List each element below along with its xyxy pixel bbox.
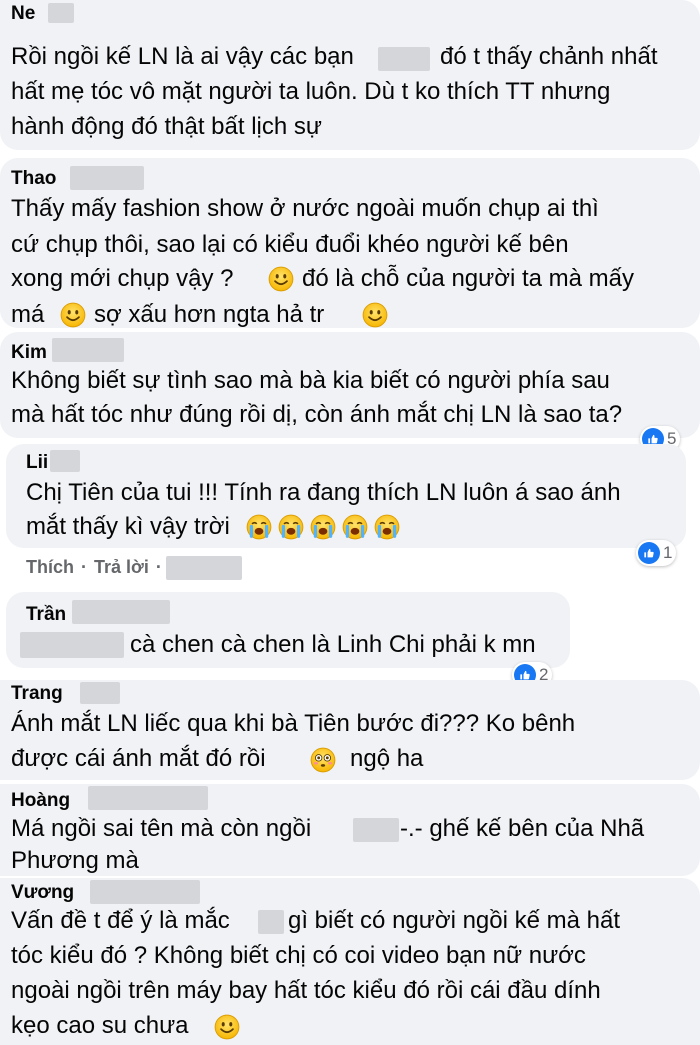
comment-text-line: mà hất tóc như đúng rồi dị, còn ánh mắt …	[11, 401, 623, 428]
comment-bubble: Kim Không biết sự tình sao mà bà kia biế…	[0, 332, 700, 438]
crying-emoji-icon	[278, 514, 304, 540]
comment-bubble: Trần cà chen cà chen là Linh Chi phải k …	[6, 592, 570, 668]
comment-text-line: hành động đó thật bất lịch sự	[11, 113, 322, 140]
reply-link[interactable]: Trả lời	[94, 557, 149, 577]
comment-text-line: cà chen cà chen là Linh Chi phải k mn	[130, 631, 536, 658]
comment-text-line: ngoài ngồi trên máy bay hất tóc kiểu đó …	[11, 977, 601, 1004]
comment-text-line: tóc kiểu đó ? Không biết chị có coi vide…	[11, 942, 586, 969]
smile-emoji-icon	[214, 1014, 240, 1040]
comment-actions: Thích · Trả lời ·	[26, 557, 164, 578]
crying-emoji-icon	[310, 514, 336, 540]
comment-text-line: ngộ ha	[350, 745, 424, 772]
blurred-name	[90, 880, 200, 904]
flushed-emoji-icon	[310, 747, 336, 773]
comment-text-line: cứ chụp thôi, sao lại có kiểu đuổi khéo …	[11, 231, 569, 258]
smile-emoji-icon	[268, 266, 294, 292]
comment-text-line: Má ngồi sai tên mà còn ngồi	[11, 815, 312, 842]
blurred-text	[258, 910, 284, 934]
comment-text-line: Vấn đề t để ý là mắc	[11, 907, 230, 934]
reaction-count[interactable]: 1	[636, 540, 677, 566]
commenter-name[interactable]: Ne	[11, 3, 35, 25]
comment-text-line: -.- ghế kế bên của Nhã	[400, 815, 645, 842]
comment-bubble: Hoàng Má ngồi sai tên mà còn ngồi -.- gh…	[0, 784, 700, 876]
comment-text-line: sợ xấu hơn ngta hả tr	[94, 301, 325, 328]
crying-emoji-icon	[246, 514, 272, 540]
blurred-timestamp	[166, 556, 242, 580]
commenter-name[interactable]: Vương	[11, 882, 74, 904]
comment-bubble: Thao Thấy mấy fashion show ở nước ngoài …	[0, 158, 700, 328]
comment-text-line: được cái ánh mắt đó rồi	[11, 745, 266, 772]
separator-dot: ·	[81, 557, 88, 577]
smile-emoji-icon	[362, 302, 388, 328]
separator-dot: ·	[155, 557, 162, 577]
blurred-text	[353, 818, 399, 842]
blurred-text	[20, 632, 124, 658]
blurred-text	[378, 47, 430, 71]
comment-text-line: má	[11, 301, 45, 328]
like-link[interactable]: Thích	[26, 557, 74, 577]
crying-emoji-group	[246, 514, 400, 540]
comment-text-line: hất mẹ tóc vô mặt người ta luôn. Dù t ko…	[11, 78, 611, 105]
comment-bubble: Lii Chị Tiên của tui !!! Tính ra đang th…	[6, 444, 686, 548]
commenter-name[interactable]: Kim	[11, 342, 47, 364]
commenter-name[interactable]: Trang	[11, 683, 63, 705]
like-icon	[638, 542, 660, 564]
comment-bubble: Ne Rồi ngồi kế LN là ai vậy các bạn đó t…	[0, 0, 700, 150]
blurred-name	[80, 682, 120, 704]
comment-text-line: Thấy mấy fashion show ở nước ngoài muốn …	[11, 195, 599, 222]
blurred-name	[88, 786, 208, 810]
comment-bubble: Vương Vấn đề t để ý là mắc gì biết có ng…	[0, 878, 700, 1045]
comment-text-line: đó là chỗ của người ta mà mấy	[302, 265, 634, 292]
comment-text-line: Không biết sự tình sao mà bà kia biết có…	[11, 367, 610, 394]
comment-text-line: xong mới chụp vậy ?	[11, 265, 234, 292]
smile-emoji-icon	[60, 302, 86, 328]
comment-text-line: mắt thấy kì vậy trời	[26, 513, 230, 540]
commenter-name[interactable]: Thao	[11, 168, 56, 190]
blurred-name	[72, 600, 170, 624]
crying-emoji-icon	[342, 514, 368, 540]
reaction-number: 1	[663, 543, 673, 562]
comment-text-line: Chị Tiên của tui !!! Tính ra đang thích …	[26, 479, 621, 506]
comment-text-line: đó t thấy chảnh nhất	[440, 43, 658, 70]
comment-text-line: Phương mà	[11, 847, 139, 874]
comment-text-line: kẹo cao su chưa	[11, 1012, 189, 1039]
commenter-name[interactable]: Hoàng	[11, 790, 70, 812]
comment-bubble: Trang Ánh mắt LN liếc qua khi bà Tiên bư…	[0, 680, 700, 780]
comment-text-line: Ánh mắt LN liếc qua khi bà Tiên bước đi?…	[11, 710, 576, 737]
blurred-name	[52, 338, 124, 362]
blurred-name	[48, 3, 74, 23]
comment-text-line: Rồi ngồi kế LN là ai vậy các bạn	[11, 43, 354, 70]
commenter-name[interactable]: Trần	[26, 604, 66, 626]
commenter-name[interactable]: Lii	[26, 452, 48, 474]
comment-text-line: gì biết có người ngồi kế mà hất	[288, 907, 620, 934]
crying-emoji-icon	[374, 514, 400, 540]
blurred-name	[50, 450, 80, 472]
blurred-name	[70, 166, 144, 190]
